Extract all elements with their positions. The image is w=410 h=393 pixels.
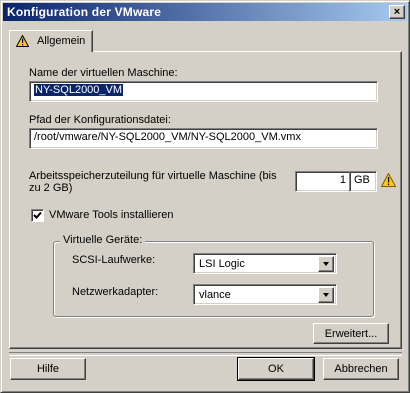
memory-unit-box: GB [349,171,377,192]
memory-label-line1: Arbeitsspeicherzuteilung für virtuelle M… [29,170,277,182]
advanced-button[interactable]: Erweitert... [313,323,389,344]
tab-allgemein[interactable]: Allgemein [9,30,93,52]
memory-label-line2: zu 2 GB) [29,182,73,194]
memory-warning-icon [381,173,396,187]
help-button[interactable]: Hilfe [10,358,86,380]
memory-input[interactable]: 1 [295,171,351,192]
cancel-button-label: Abbrechen [334,363,388,375]
vm-name-label: Name der virtuellen Maschine: [29,67,178,79]
checkmark-icon [33,211,42,219]
memory-value: 1 [339,174,346,186]
memory-unit: GB [354,174,370,186]
network-value: vlance [199,289,231,301]
config-path-label: Pfad der Konfigurationsdatei: [29,114,171,126]
network-label: Netzwerkadapter: [72,286,159,298]
title-bar[interactable]: Konfiguration der VMware × [3,3,407,21]
separator [9,352,402,356]
vmware-tools-checkbox[interactable] [31,209,44,222]
vm-name-value: NY-SQL2000_VM [34,84,124,96]
close-button[interactable]: × [389,5,405,19]
close-icon: × [393,6,401,18]
window-title: Konfiguration der VMware [7,5,162,19]
vm-name-input[interactable]: NY-SQL2000_VM [29,81,378,102]
advanced-button-label: Erweitert... [324,328,378,340]
virtual-devices-title: Virtuelle Geräte: [60,234,146,246]
scsi-value: LSI Logic [199,258,245,270]
scsi-label: SCSI-Laufwerke: [72,254,156,266]
ok-button-label: OK [268,363,284,375]
chevron-down-icon[interactable] [318,256,334,272]
warning-icon [16,35,29,47]
ok-button[interactable]: OK [237,357,315,381]
config-path-value: /root/vmware/NY-SQL2000_VM/NY-SQL2000_VM… [34,131,301,143]
chevron-down-icon[interactable] [318,287,334,303]
vmware-tools-label: VMware Tools installieren [49,209,174,221]
network-dropdown[interactable]: vlance [193,284,337,305]
tab-label: Allgemein [37,35,86,47]
help-button-label: Hilfe [36,363,59,375]
scsi-dropdown[interactable]: LSI Logic [193,253,337,274]
config-path-input[interactable]: /root/vmware/NY-SQL2000_VM/NY-SQL2000_VM… [29,128,378,149]
cancel-button[interactable]: Abbrechen [323,358,399,380]
